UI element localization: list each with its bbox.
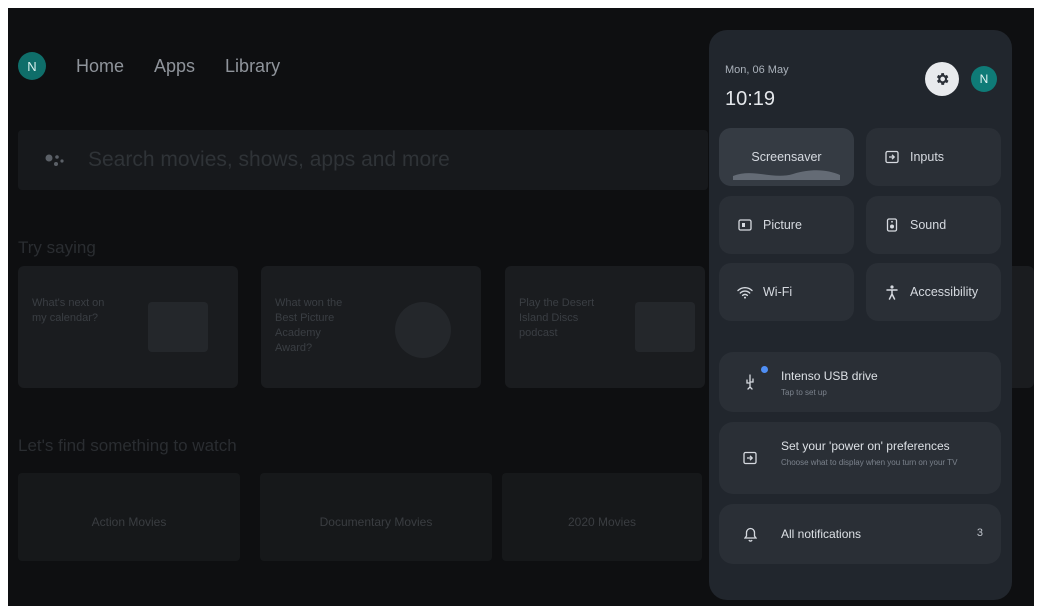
suggestion-card[interactable]: Play the Desert Island Discs podcast	[505, 266, 705, 388]
quick-settings-panel: Mon, 06 May 10:19 N Screensaver Inputs P	[709, 30, 1012, 600]
movie-category-card[interactable]: Action Movies	[18, 473, 240, 561]
wifi-tile[interactable]: Wi-Fi	[719, 263, 854, 321]
search-placeholder: Search movies, shows, apps and more	[88, 148, 450, 171]
accessibility-label: Accessibility	[910, 285, 979, 299]
search-bar[interactable]: Search movies, shows, apps and more	[18, 130, 708, 190]
movie-category-label: Action Movies	[91, 515, 167, 529]
tab-library[interactable]: Library	[225, 56, 280, 77]
usb-title: Intenso USB drive	[781, 369, 878, 383]
input-source-icon	[884, 149, 900, 165]
suggestion-text: What's next on my calendar?	[32, 297, 105, 324]
power-title: Set your 'power on' preferences	[781, 439, 950, 453]
screensaver-tile[interactable]: Screensaver	[719, 128, 854, 186]
settings-gear-button[interactable]	[925, 62, 959, 96]
movie-category-label: 2020 Movies	[567, 515, 637, 529]
picture-label: Picture	[763, 218, 802, 232]
panel-date: Mon, 06 May	[725, 64, 789, 76]
calendar-illustration-icon	[148, 302, 208, 352]
wifi-icon	[737, 284, 753, 300]
tab-apps[interactable]: Apps	[154, 56, 195, 77]
tv-home-screen: N Home Apps Library Search movies, shows…	[8, 8, 1034, 606]
film-reel-icon	[395, 302, 451, 358]
picture-icon	[737, 217, 753, 233]
power-subtitle: Choose what to display when you turn on …	[781, 458, 958, 467]
sound-label: Sound	[910, 218, 947, 232]
suggestion-card[interactable]: What's next on my calendar?	[18, 266, 238, 388]
usb-drive-notification[interactable]: Intenso USB drive Tap to set up	[719, 352, 1001, 412]
suggestion-text: What won the Best Picture Academy Award?	[275, 297, 343, 354]
suggestion-card[interactable]: What won the Best Picture Academy Award?	[261, 266, 481, 388]
all-notifications-row[interactable]: All notifications 3	[719, 504, 1001, 564]
panel-time: 10:19	[725, 88, 776, 110]
google-assistant-icon[interactable]	[42, 147, 68, 173]
accessibility-tile[interactable]: Accessibility	[866, 263, 1001, 321]
top-nav: N Home Apps Library	[18, 48, 280, 84]
section-title-find: Let's find something to watch	[18, 436, 237, 455]
usb-subtitle: Tap to set up	[781, 388, 827, 397]
tab-home[interactable]: Home	[76, 56, 124, 77]
picture-tile[interactable]: Picture	[719, 196, 854, 254]
input-source-icon	[741, 449, 759, 467]
gear-icon	[936, 73, 949, 85]
accessibility-icon	[884, 284, 900, 300]
all-notifications-label: All notifications	[781, 527, 862, 541]
panel-profile-avatar[interactable]: N	[971, 66, 997, 92]
notification-count: 3	[976, 527, 983, 539]
usb-icon	[741, 373, 759, 391]
sound-tile[interactable]: Sound	[866, 196, 1001, 254]
bell-icon	[741, 525, 759, 543]
headphones-illustration-icon	[635, 302, 695, 352]
unread-dot	[761, 366, 768, 373]
inputs-tile[interactable]: Inputs	[866, 128, 1001, 186]
screensaver-wave-icon	[733, 170, 840, 180]
power-on-preferences-notification[interactable]: Set your 'power on' preferences Choose w…	[719, 422, 1001, 494]
wifi-label: Wi-Fi	[763, 285, 793, 299]
movie-category-card[interactable]: 2020 Movies	[502, 473, 702, 561]
speaker-icon	[884, 217, 900, 233]
inputs-label: Inputs	[910, 150, 945, 164]
screensaver-label: Screensaver	[751, 150, 822, 164]
suggestion-text: Play the Desert Island Discs podcast	[519, 297, 595, 339]
profile-avatar[interactable]: N	[18, 52, 46, 80]
section-title-try-saying: Try saying	[18, 238, 96, 257]
movie-category-card[interactable]: Documentary Movies	[260, 473, 492, 561]
movie-category-label: Documentary Movies	[319, 515, 433, 529]
